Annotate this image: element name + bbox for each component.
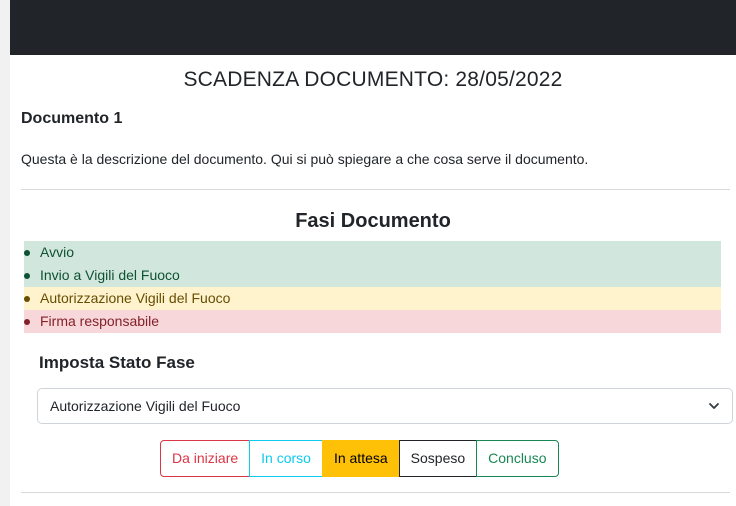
phase-item: Invio a Vigili del Fuoco [24,264,721,287]
status-button-group: Da iniziare In corso In attesa Sospeso C… [160,440,559,477]
chevron-down-icon [709,403,719,409]
phases-title: Fasi Documento [295,210,451,232]
status-button-waiting[interactable]: In attesa [321,440,400,477]
phase-item: Avvio [24,241,721,264]
document-description: Questa è la descrizione del documento. Q… [21,151,589,167]
top-navbar [10,0,736,55]
status-button-in-progress[interactable]: In corso [249,440,323,477]
phase-item: Autorizzazione Vigili del Fuoco [24,287,721,310]
document-name: Documento 1 [21,110,123,127]
status-button-suspended[interactable]: Sospeso [398,440,478,477]
phase-select[interactable]: Autorizzazione Vigili del Fuoco [37,388,733,424]
phase-label: Firma responsabile [40,313,160,329]
status-button-completed[interactable]: Concluso [476,440,559,477]
phase-label: Avvio [40,244,74,260]
deadline-title: SCADENZA DOCUMENTO: 28/05/2022 [183,68,563,91]
bullet-icon [24,273,30,279]
phases-list: Avvio Invio a Vigili del Fuoco Autorizza… [24,241,721,333]
bullet-icon [24,250,30,256]
phase-label: Autorizzazione Vigili del Fuoco [40,290,231,306]
phase-label: Invio a Vigili del Fuoco [40,267,180,283]
document-panel: SCADENZA DOCUMENTO: 28/05/2022 Documento… [10,55,736,506]
phase-select-value: Autorizzazione Vigili del Fuoco [50,398,241,414]
status-button-to-start[interactable]: Da iniziare [160,440,251,477]
bullet-icon [24,296,30,302]
divider [21,189,730,190]
phase-item: Firma responsabile [24,310,721,333]
set-status-title: Imposta Stato Fase [39,353,195,372]
divider [21,492,730,493]
bullet-icon [24,319,30,325]
